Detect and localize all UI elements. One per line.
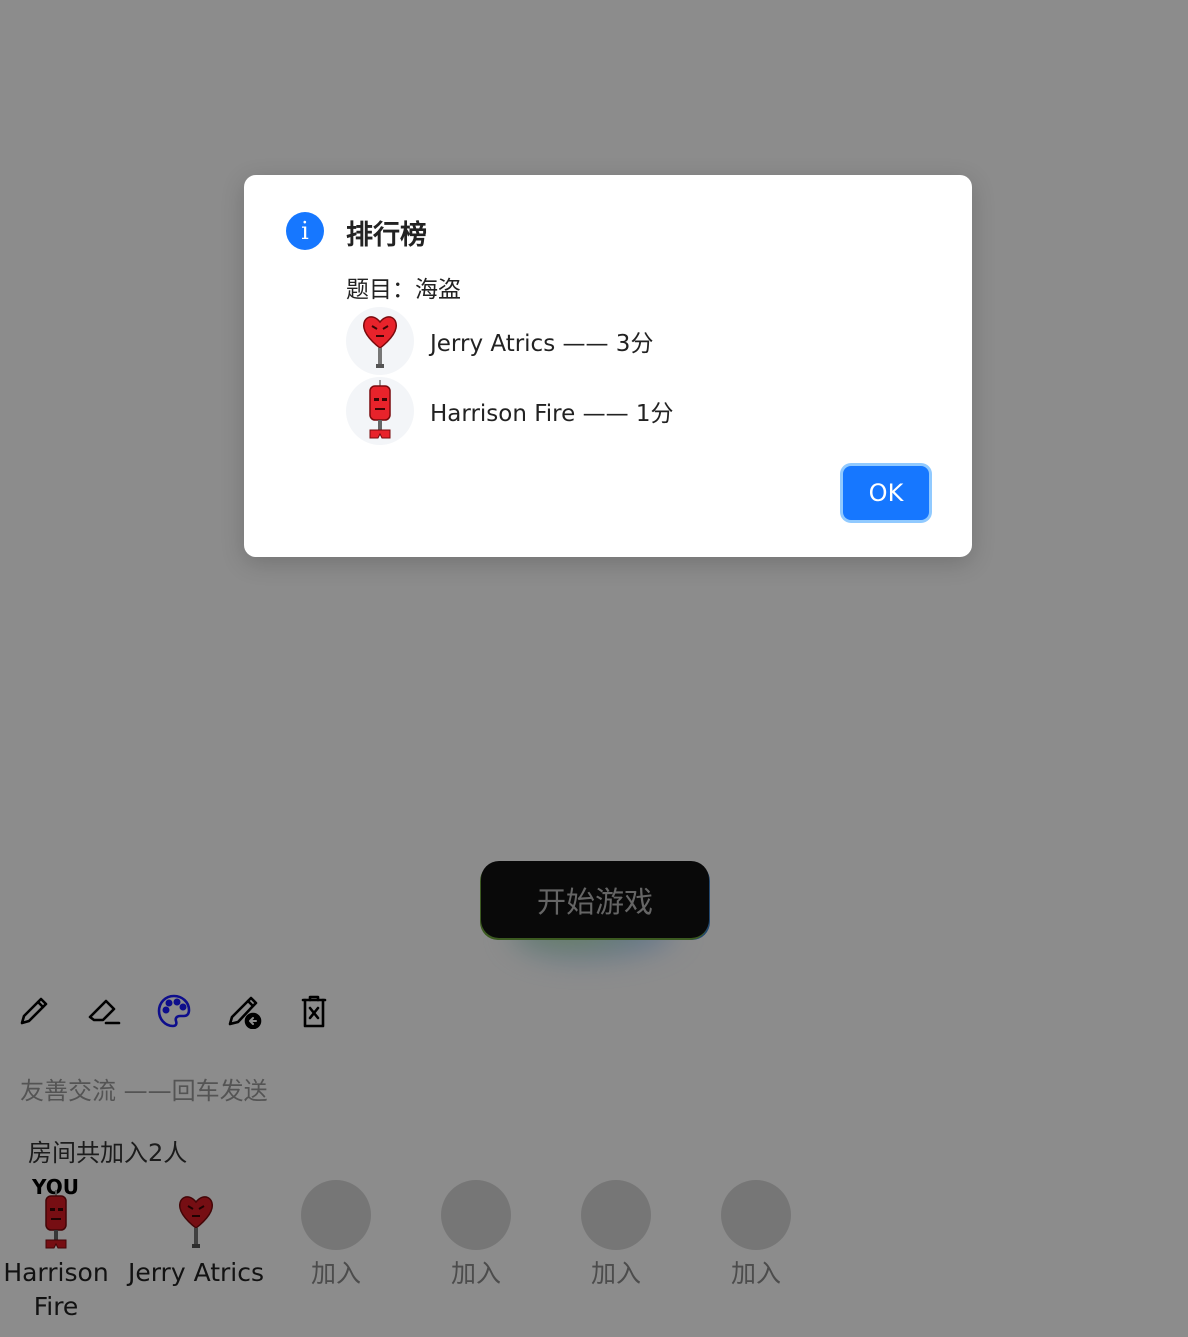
avatar xyxy=(346,377,414,445)
modal-title: 排行榜 xyxy=(346,220,427,251)
modal-topic: 题目：海盗 xyxy=(346,277,461,303)
fire-extinguisher-avatar xyxy=(369,380,391,439)
avatar xyxy=(346,307,414,375)
info-icon: i xyxy=(286,212,324,250)
ok-button[interactable]: OK xyxy=(843,466,929,520)
heart-lamp-avatar xyxy=(363,316,397,368)
leaderboard-modal: i 排行榜 题目：海盗 Jerry Atrics —— 3分 Harrison … xyxy=(244,175,972,557)
ranking-row: Harrison Fire —— 1分 xyxy=(346,377,674,445)
ranking-text: Jerry Atrics —— 3分 xyxy=(430,331,654,357)
ranking-row: Jerry Atrics —— 3分 xyxy=(346,307,653,375)
ranking-text: Harrison Fire —— 1分 xyxy=(430,401,674,427)
